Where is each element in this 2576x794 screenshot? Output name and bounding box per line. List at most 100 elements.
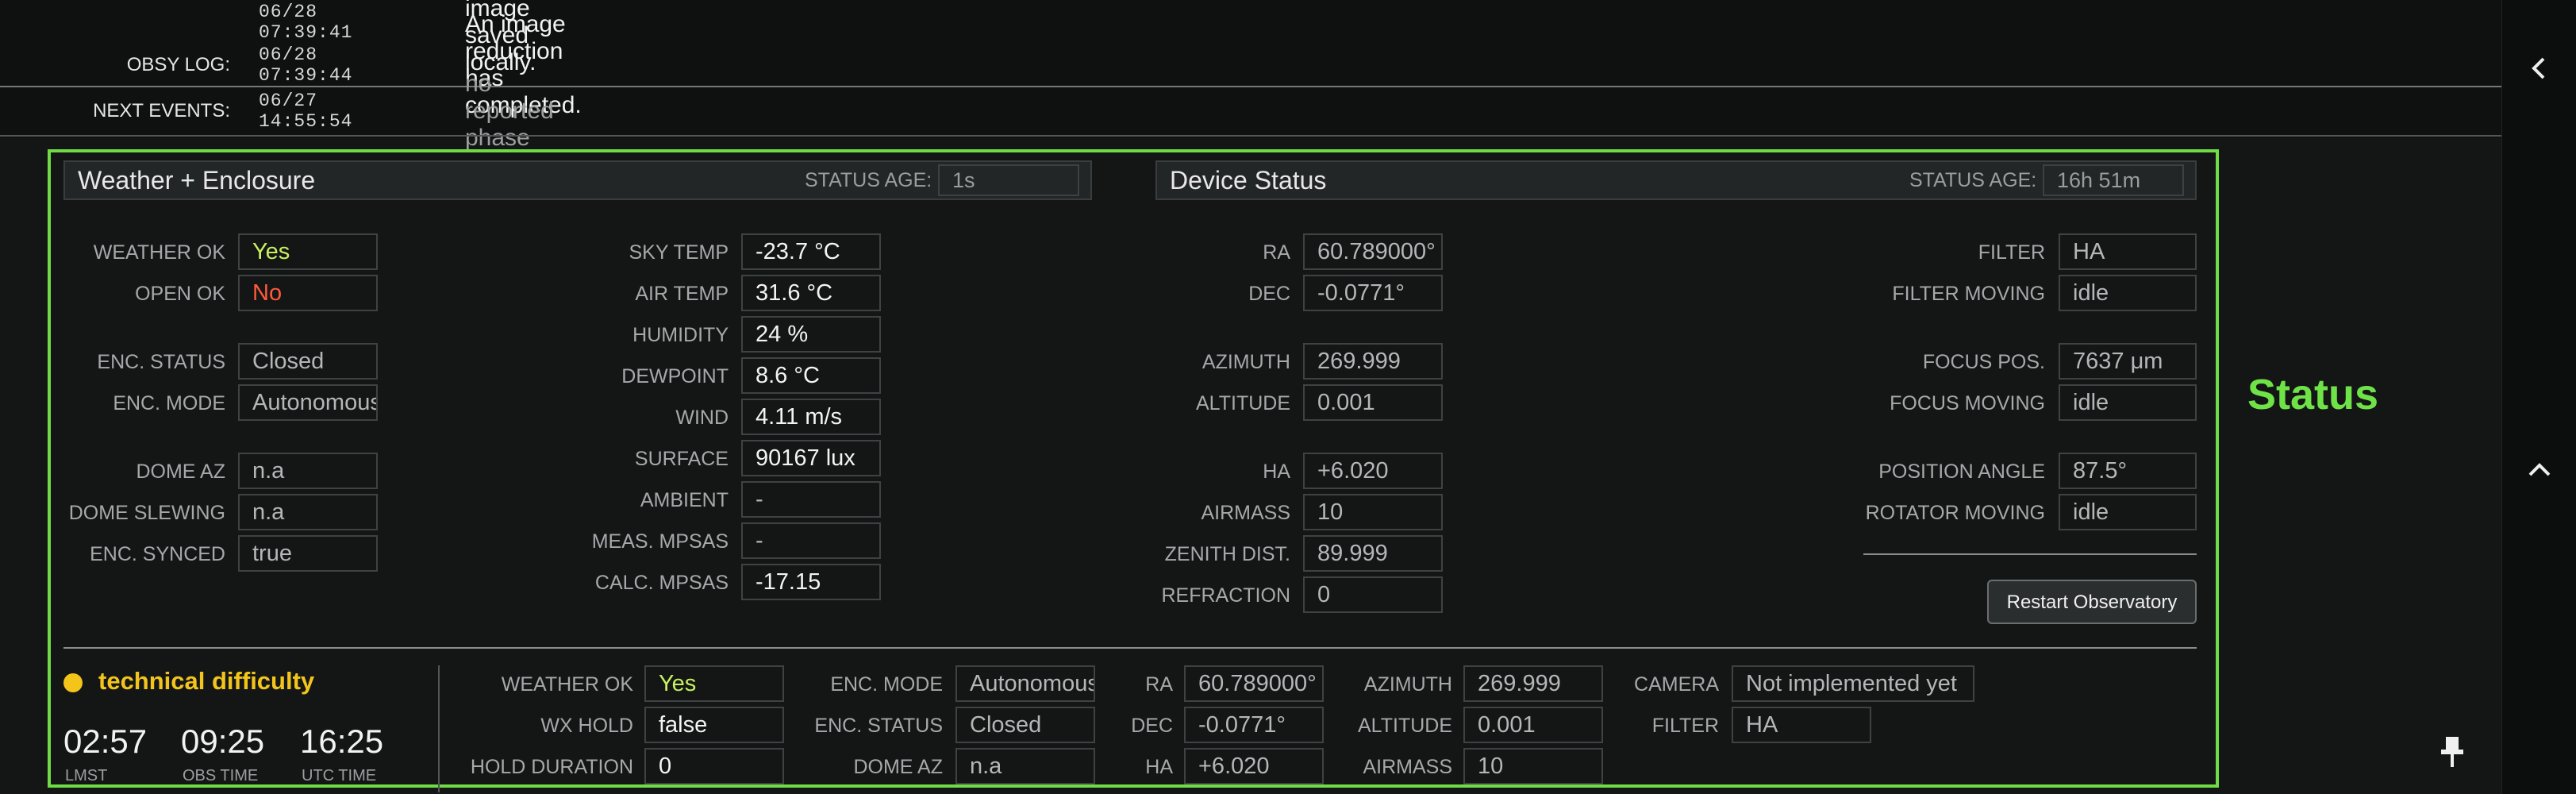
field-value: idle <box>2059 275 2197 311</box>
field-label: HUMIDITY <box>632 324 729 346</box>
field-value: -0.0771° <box>1303 275 1443 311</box>
field-label: HA <box>1263 461 1290 483</box>
field-value: false <box>644 707 784 743</box>
field-value: 0 <box>644 748 784 784</box>
divider <box>63 647 2197 649</box>
field-value: 89.999 <box>1303 535 1443 572</box>
restart-observatory-button[interactable]: Restart Observatory <box>1987 580 2197 624</box>
field-label: WX HOLD <box>540 715 633 737</box>
field-label: WEATHER OK <box>501 673 633 696</box>
field-value: idle <box>2059 494 2197 530</box>
field-value: 269.999 <box>1303 343 1443 380</box>
field-label: AIRMASS <box>1363 756 1452 778</box>
field-label: RA <box>1145 673 1173 696</box>
lmst-label: LMST <box>65 767 108 784</box>
field-label: DOME AZ <box>853 756 943 778</box>
weather-panel-title: Weather + Enclosure <box>78 166 316 195</box>
field-label: ENC. STATUS <box>97 351 225 373</box>
field-label: OPEN OK <box>135 283 225 305</box>
field-label: ALTITUDE <box>1358 715 1452 737</box>
next-events-message: no reported phase <box>465 71 554 151</box>
field-label: AMBIENT <box>640 489 729 511</box>
field-label: HOLD DURATION <box>470 756 633 778</box>
weather-panel-header: Weather + Enclosure STATUS AGE: 1s <box>63 160 1092 200</box>
field-value: idle <box>2059 384 2197 421</box>
next-events-time: 06/27 14:55:54 <box>259 91 353 132</box>
field-label: MEAS. MPSAS <box>591 530 729 553</box>
obs-time-clock: 09:25 <box>181 723 265 760</box>
divider <box>0 86 2501 87</box>
field-value: - <box>741 481 881 518</box>
field-value: Closed <box>955 707 1095 743</box>
field-value: Yes <box>238 233 378 270</box>
utc-time-label: UTC TIME <box>302 767 377 784</box>
field-value: -17.15 <box>741 564 881 600</box>
divider <box>1863 553 2197 555</box>
field-value: n.a <box>238 453 378 489</box>
field-label: DEWPOINT <box>621 365 729 387</box>
field-label: AIR TEMP <box>635 283 729 305</box>
observatory-log: 06/28 07:39:41 Raw image saved locally. … <box>0 0 2501 151</box>
field-value: - <box>741 522 881 559</box>
field-label: WIND <box>675 407 729 429</box>
field-value: HA <box>1732 707 1871 743</box>
next-events-label: NEXT EVENTS: <box>93 100 230 121</box>
side-gutter <box>2501 0 2576 794</box>
field-value: n.a <box>955 748 1095 784</box>
divider <box>0 135 2501 137</box>
log-time: 06/28 07:39:41 <box>259 2 353 43</box>
status-age-value: 16h 51m <box>2043 164 2184 196</box>
field-label: ZENITH DIST. <box>1164 543 1290 565</box>
field-value: 60.789000° <box>1184 665 1324 702</box>
field-label: FOCUS POS. <box>1922 351 2045 373</box>
device-panel-title: Device Status <box>1170 166 1327 195</box>
field-label: CALC. MPSAS <box>594 572 729 594</box>
field-value: 10 <box>1303 494 1443 530</box>
field-value: 269.999 <box>1463 665 1603 702</box>
field-label: FILTER <box>1651 715 1719 737</box>
field-value: HA <box>2059 233 2197 270</box>
field-value: Autonomous! <box>955 665 1095 702</box>
pin-icon[interactable] <box>2436 734 2468 774</box>
field-label: AZIMUTH <box>1363 673 1452 696</box>
field-value: 0.001 <box>1463 707 1603 743</box>
field-label: WEATHER OK <box>93 241 225 264</box>
status-indicator-dot <box>63 673 83 692</box>
chevron-left-icon[interactable] <box>2524 52 2555 90</box>
field-value: 31.6 °C <box>741 275 881 311</box>
field-label: ROTATOR MOVING <box>1865 502 2045 524</box>
log-time: 06/28 07:39:44 <box>259 44 353 86</box>
field-value: 8.6 °C <box>741 357 881 394</box>
field-label: FOCUS MOVING <box>1890 392 2045 414</box>
observatory-state: technical difficulty <box>98 667 315 695</box>
field-value: -0.0771° <box>1184 707 1324 743</box>
field-label: CAMERA <box>1634 673 1719 696</box>
field-label: HA <box>1145 756 1173 778</box>
field-value: Autonomous! <box>238 384 378 421</box>
device-panel-header: Device Status STATUS AGE: 16h 51m <box>1155 160 2197 200</box>
field-label: FILTER MOVING <box>1892 283 2045 305</box>
field-value: 60.789000° <box>1303 233 1443 270</box>
divider <box>438 665 440 792</box>
field-value: +6.020 <box>1184 748 1324 784</box>
field-label: SKY TEMP <box>629 241 729 264</box>
log-label: OBSY LOG: <box>126 54 230 75</box>
field-label: POSITION ANGLE <box>1878 461 2045 483</box>
field-label: DEC <box>1131 715 1173 737</box>
field-label: AIRMASS <box>1201 502 1290 524</box>
field-value: No <box>238 275 378 311</box>
field-value: 4.11 m/s <box>741 399 881 435</box>
status-age-label: STATUS AGE: <box>805 169 932 191</box>
field-label: SURFACE <box>634 448 729 470</box>
field-value: true <box>238 535 378 572</box>
field-value: +6.020 <box>1303 453 1443 489</box>
field-label: FILTER <box>1978 241 2045 264</box>
field-label: AZIMUTH <box>1201 351 1290 373</box>
field-value: 24 % <box>741 316 881 353</box>
chevron-up-icon[interactable] <box>2524 454 2555 491</box>
field-value: 90167 lux <box>741 440 881 476</box>
field-label: REFRACTION <box>1161 584 1291 607</box>
field-label: ENC. STATUS <box>814 715 943 737</box>
field-value: Not implemented yet <box>1732 665 1974 702</box>
field-value: 10 <box>1463 748 1603 784</box>
